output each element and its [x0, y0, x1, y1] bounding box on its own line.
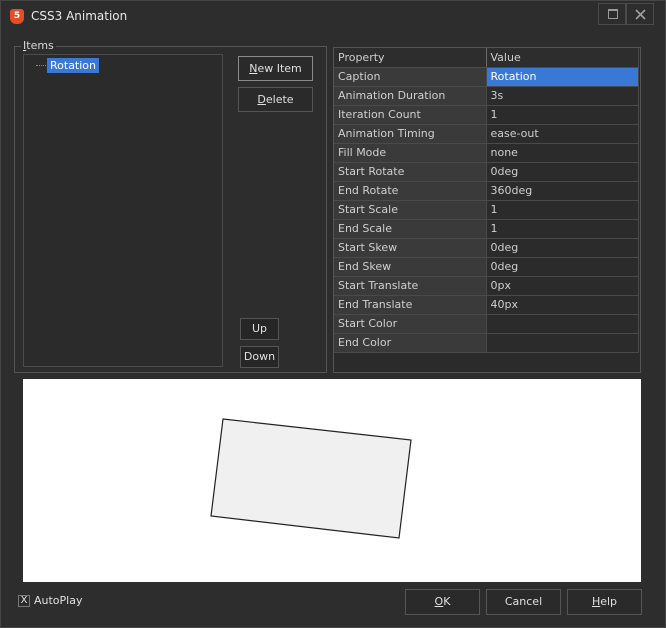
dialog-window: 5 CSS3 Animation Items Rotation New Item… [0, 0, 666, 628]
property-name: End Rotate [334, 181, 487, 201]
grid-row[interactable]: Start Rotate 0deg [334, 162, 639, 182]
preview-canvas [210, 418, 412, 539]
new-item-button[interactable]: New Item [238, 56, 313, 81]
property-name: Start Skew [334, 238, 487, 258]
delete-button[interactable]: Delete [238, 87, 313, 112]
autoplay-label[interactable]: AutoPlay [34, 594, 82, 607]
move-up-button[interactable]: Up [240, 318, 279, 340]
property-grid[interactable]: Property Value Caption Rotation Animation… [333, 47, 641, 373]
property-name: Start Rotate [334, 162, 487, 182]
items-group-label: Items [21, 39, 56, 52]
autoplay-checkbox[interactable]: X [18, 595, 30, 607]
close-icon [635, 9, 646, 20]
property-name: Start Color [334, 314, 487, 334]
property-value[interactable]: 1 [486, 105, 639, 125]
maximize-icon [608, 9, 618, 19]
property-name: End Color [334, 333, 487, 353]
tree-item-rotation[interactable]: Rotation [47, 58, 100, 73]
property-name: Iteration Count [334, 105, 487, 125]
property-value[interactable]: ease-out [486, 124, 639, 144]
grid-row[interactable]: Start Skew 0deg [334, 238, 639, 258]
maximize-button[interactable] [598, 3, 626, 25]
grid-row[interactable]: Animation Duration 3s [334, 86, 639, 106]
property-name: Start Scale [334, 200, 487, 220]
property-value[interactable] [486, 314, 639, 334]
window-title: CSS3 Animation [31, 9, 128, 23]
grid-row[interactable]: Caption Rotation [334, 67, 639, 87]
animation-preview [23, 379, 641, 582]
property-value[interactable]: 0deg [486, 162, 639, 182]
property-value[interactable]: 1 [486, 200, 639, 220]
property-name: End Scale [334, 219, 487, 239]
property-name: Start Translate [334, 276, 487, 296]
close-button[interactable] [626, 3, 654, 25]
property-value[interactable]: none [486, 143, 639, 163]
move-down-button[interactable]: Down [240, 346, 279, 368]
grid-row[interactable]: End Skew 0deg [334, 257, 639, 277]
items-tree[interactable]: Rotation [23, 54, 223, 367]
grid-row[interactable]: Start Translate 0px [334, 276, 639, 296]
grid-row[interactable]: Iteration Count 1 [334, 105, 639, 125]
grid-header-row: Property Value [334, 48, 639, 68]
property-value[interactable] [486, 333, 639, 353]
property-table: Property Value Caption Rotation Animation… [334, 48, 639, 353]
property-name: Animation Timing [334, 124, 487, 144]
property-value[interactable]: 0px [486, 276, 639, 296]
grid-row[interactable]: Fill Mode none [334, 143, 639, 163]
grid-row[interactable]: Animation Timing ease-out [334, 124, 639, 144]
preview-shape [210, 418, 412, 539]
cancel-button[interactable]: Cancel [486, 589, 561, 615]
title-bar[interactable]: 5 CSS3 Animation [1, 1, 665, 31]
tree-connector [36, 65, 46, 66]
property-value-caption[interactable]: Rotation [486, 67, 639, 87]
html5-icon: 5 [10, 9, 24, 24]
property-name: Caption [334, 67, 487, 87]
grid-row[interactable]: End Translate 40px [334, 295, 639, 315]
property-value[interactable]: 360deg [486, 181, 639, 201]
grid-row[interactable]: End Color [334, 333, 639, 353]
value-column-header[interactable]: Value [486, 48, 639, 68]
property-value[interactable]: 40px [486, 295, 639, 315]
property-name: Fill Mode [334, 143, 487, 163]
property-value[interactable]: 3s [486, 86, 639, 106]
property-name: End Translate [334, 295, 487, 315]
property-value[interactable]: 0deg [486, 238, 639, 258]
property-value[interactable]: 0deg [486, 257, 639, 277]
grid-row[interactable]: End Rotate 360deg [334, 181, 639, 201]
grid-row[interactable]: Start Scale 1 [334, 200, 639, 220]
help-button[interactable]: Help [567, 589, 642, 615]
property-value[interactable]: 1 [486, 219, 639, 239]
grid-row[interactable]: Start Color [334, 314, 639, 334]
property-name: End Skew [334, 257, 487, 277]
property-column-header[interactable]: Property [334, 48, 487, 68]
property-name: Animation Duration [334, 86, 487, 106]
ok-button[interactable]: OK [405, 589, 480, 615]
grid-row[interactable]: End Scale 1 [334, 219, 639, 239]
